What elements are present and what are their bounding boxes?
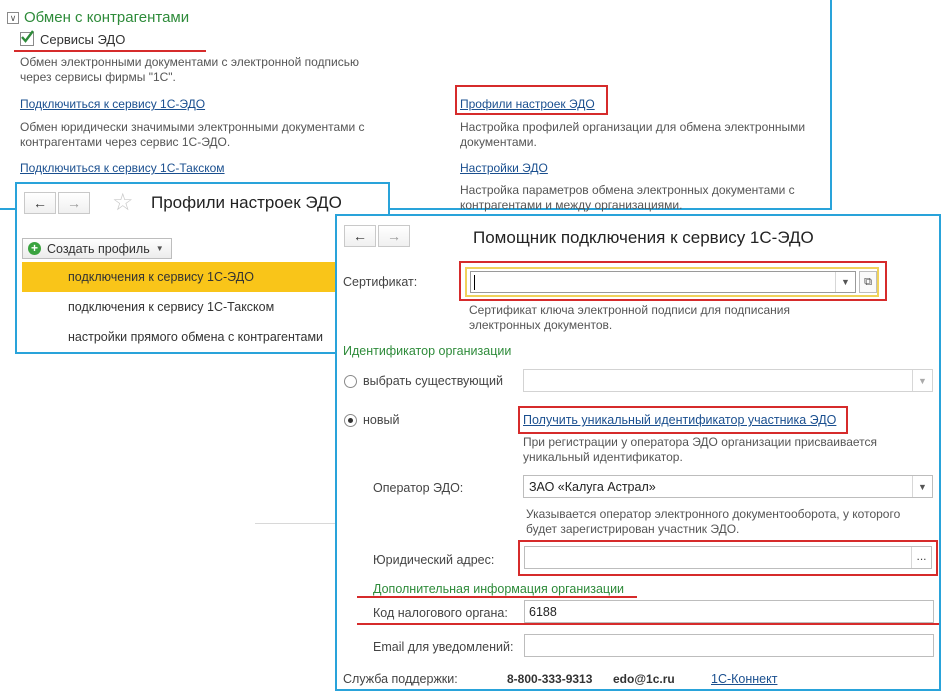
radio-new[interactable] [344,414,357,427]
highlight-underline [357,623,939,625]
extra-info-heading: Дополнительная информация организации [373,582,625,596]
operator-value: ЗАО «Калуга Астрал» [529,480,656,494]
profiles-list: подключения к сервису 1С-ЭДО подключения… [22,262,388,352]
profiles-panel: ← → ☆ Профили настроек ЭДО + Создать про… [15,182,390,354]
email-input[interactable] [524,634,934,657]
plus-circle-icon: + [28,242,41,255]
arrow-right-icon: → [387,228,401,244]
text-cursor [474,275,475,290]
arrow-left-icon: ← [33,195,47,211]
wizard-panel: ← → Помощник подключения к сервису 1С-ЭД… [335,214,941,691]
legal-address-label: Юридический адрес: [373,553,495,567]
forward-button[interactable]: → [58,192,90,214]
settings-description: Настройка параметров обмена электронных … [460,183,795,212]
forward-button[interactable]: → [378,225,410,247]
edo-description: Обмен электронными документами с электро… [20,55,359,84]
tax-code-input[interactable]: 6188 [524,600,934,623]
email-label: Email для уведомлений: [373,640,514,654]
highlight-underline [357,596,637,598]
settings-link[interactable]: Настройки ЭДО [460,161,548,175]
profiles-description: Настройка профилей организации для обмен… [460,120,806,149]
option-new-label[interactable]: новый [363,413,399,427]
chevron-down-icon[interactable]: ▼ [912,476,932,497]
get-id-description: При регистрации у оператора ЭДО организа… [523,435,878,464]
connect-taxcom-link[interactable]: Подключиться к сервису 1С-Такском [20,161,225,175]
certificate-field-frame: ▼ ⧉ [465,267,879,297]
operator-description: Указывается оператор электронного докуме… [526,507,901,536]
back-button[interactable]: ← [24,192,56,214]
operator-label: Оператор ЭДО: [373,481,464,495]
back-button[interactable]: ← [344,225,376,247]
settings-panel: ∨ Обмен с контрагентами Сервисы ЭДО Обме… [0,0,832,212]
get-id-link[interactable]: Получить уникальный идентификатор участн… [523,413,836,427]
option-existing-label[interactable]: выбрать существующий [363,374,503,388]
support-email: edo@1c.ru [613,672,675,686]
support-label: Служба поддержки: [343,672,458,686]
list-item[interactable]: настройки прямого обмена с контрагентами [22,322,388,352]
chevron-down-icon: ▼ [155,244,164,253]
legal-address-select-button[interactable]: ... [911,547,931,568]
arrow-right-icon: → [67,195,81,211]
create-profile-button[interactable]: + Создать профиль ▼ [22,238,172,259]
operator-select[interactable]: ЗАО «Калуга Астрал» ▼ [523,475,933,498]
star-icon[interactable]: ☆ [112,188,134,217]
create-profile-label: Создать профиль [47,241,150,256]
existing-id-select[interactable]: ▼ [523,369,933,392]
org-id-heading: Идентификатор организации [343,344,512,358]
connect-1c-edo-description: Обмен юридически значимыми электронными … [20,120,365,149]
profiles-link[interactable]: Профили настроек ЭДО [460,97,595,111]
certificate-label: Сертификат: [343,275,418,289]
checkbox-icon[interactable] [20,30,34,46]
chevron-down-icon[interactable]: ▼ [912,370,932,391]
support-phone: 8-800-333-9313 [507,672,593,686]
open-icon[interactable]: ⧉ [859,271,877,293]
chevron-down-icon[interactable]: ▼ [835,272,855,292]
connect-1c-edo-link[interactable]: Подключиться к сервису 1С-ЭДО [20,97,205,111]
radio-existing[interactable] [344,375,357,388]
tax-code-label: Код налогового органа: [373,606,508,620]
collapse-icon[interactable]: ∨ [7,12,19,24]
support-connect-link[interactable]: 1С-Коннект [711,672,777,686]
edo-services-label[interactable]: Сервисы ЭДО [40,32,125,47]
section-title: Обмен с контрагентами [24,9,190,26]
legal-address-input[interactable]: ... [524,546,932,569]
certificate-input[interactable]: ▼ [470,271,856,293]
profiles-title: Профили настроек ЭДО [151,193,342,212]
arrow-left-icon: ← [353,228,367,244]
list-item[interactable]: подключения к сервису 1С-Такском [22,292,388,322]
list-item[interactable]: подключения к сервису 1С-ЭДО [22,262,388,292]
divider [255,523,335,524]
wizard-title: Помощник подключения к сервису 1С-ЭДО [473,228,814,247]
certificate-description: Сертификат ключа электронной подписи для… [469,303,790,332]
tax-code-value: 6188 [529,605,557,619]
highlight-underline [14,50,206,52]
